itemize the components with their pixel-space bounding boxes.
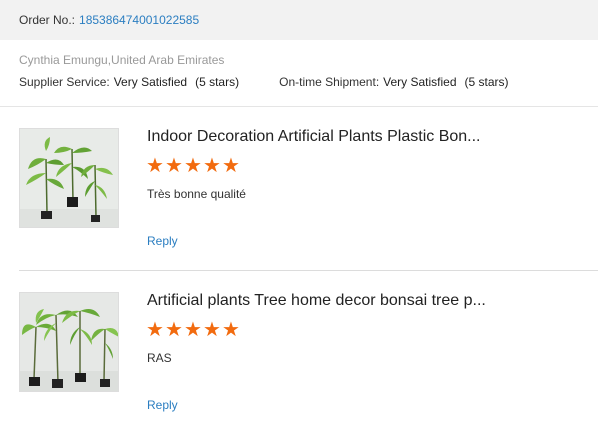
product-thumbnail[interactable] — [19, 128, 119, 228]
rating-stars: ★ ★ ★ ★ ★ — [146, 317, 241, 341]
product-thumbnail[interactable] — [19, 292, 119, 392]
star-icon: ★ — [222, 317, 240, 341]
ontime-shipment-stars: (5 stars) — [464, 75, 509, 89]
review-item: Artificial plants Tree home decor bonsai… — [19, 292, 589, 432]
star-icon: ★ — [203, 153, 221, 177]
plant-image-icon — [20, 129, 118, 227]
reply-link[interactable]: Reply — [147, 398, 178, 412]
order-number-label: Order No.: — [19, 13, 76, 27]
supplier-service-rating: Supplier Service: Very Satisfied (5 star… — [19, 75, 239, 89]
supplier-service-stars: (5 stars) — [195, 75, 240, 89]
star-icon: ★ — [222, 153, 240, 177]
ontime-shipment-label: On-time Shipment: — [279, 75, 380, 89]
supplier-service-label: Supplier Service: — [19, 75, 110, 89]
section-divider — [0, 106, 598, 107]
product-title[interactable]: Artificial plants Tree home decor bonsai… — [147, 292, 587, 310]
ontime-shipment-rating: On-time Shipment: Very Satisfied (5 star… — [279, 75, 508, 89]
ratings-row: Supplier Service: Very Satisfied (5 star… — [19, 75, 589, 89]
order-number-link[interactable]: 185386474001022585 — [79, 13, 199, 27]
supplier-service-value: Very Satisfied — [113, 75, 188, 89]
star-icon: ★ — [184, 317, 202, 341]
product-title[interactable]: Indoor Decoration Artificial Plants Plas… — [147, 128, 587, 146]
star-icon: ★ — [184, 153, 202, 177]
star-icon: ★ — [146, 153, 164, 177]
review-comment: RAS — [147, 351, 172, 365]
order-bar: Order No.: 185386474001022585 — [0, 0, 598, 40]
star-icon: ★ — [203, 317, 221, 341]
reply-link[interactable]: Reply — [147, 234, 178, 248]
buyer-info: Cynthia Emungu,United Arab Emirates Supp… — [19, 53, 589, 89]
review-comment: Très bonne qualité — [147, 187, 246, 201]
rating-stars: ★ ★ ★ ★ ★ — [146, 153, 241, 177]
star-icon: ★ — [146, 317, 164, 341]
plant-image-icon — [20, 293, 118, 391]
review-item: Indoor Decoration Artificial Plants Plas… — [19, 128, 589, 268]
review-divider — [19, 270, 598, 271]
ontime-shipment-value: Very Satisfied — [383, 75, 457, 89]
star-icon: ★ — [165, 317, 183, 341]
star-icon: ★ — [165, 153, 183, 177]
buyer-name: Cynthia Emungu,United Arab Emirates — [19, 53, 225, 67]
